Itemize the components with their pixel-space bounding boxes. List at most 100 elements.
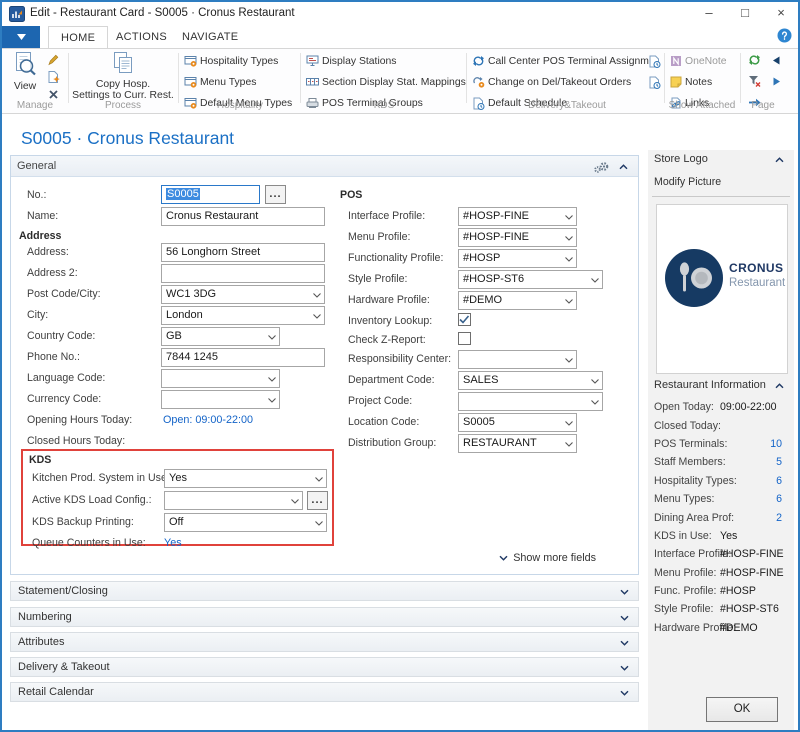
previous-record-button[interactable] bbox=[767, 52, 785, 68]
kitchen-prod-field[interactable]: Yes bbox=[164, 469, 327, 488]
onenote-button[interactable]: OneNote bbox=[670, 53, 727, 69]
restaurant-information-header[interactable]: Restaurant Information bbox=[648, 376, 794, 396]
help-button[interactable] bbox=[777, 28, 792, 43]
dropdown-chevron-icon[interactable] bbox=[565, 442, 573, 447]
project-code-field[interactable] bbox=[458, 392, 603, 411]
dropdown-chevron-icon[interactable] bbox=[565, 358, 573, 363]
functionality-profile-field[interactable]: #HOSP bbox=[458, 249, 577, 268]
fasttab-label: Statement/Closing bbox=[18, 585, 108, 597]
gears-icon[interactable] bbox=[593, 161, 610, 174]
dropdown-chevron-icon[interactable] bbox=[313, 314, 321, 319]
close-button[interactable]: × bbox=[764, 2, 798, 26]
dropdown-chevron-icon[interactable] bbox=[268, 398, 276, 403]
next-record-button[interactable] bbox=[767, 73, 785, 89]
delivery-schedule-button-2[interactable] bbox=[645, 74, 663, 90]
check-z-report-checkbox[interactable] bbox=[458, 332, 471, 345]
section-display-icon bbox=[306, 76, 319, 88]
notes-button[interactable]: Notes bbox=[670, 74, 712, 90]
hospitality-types-button[interactable]: Hospitality Types bbox=[184, 53, 278, 69]
distribution-group-field[interactable]: RESTAURANT bbox=[458, 434, 577, 453]
call-center-pos-assignment-button[interactable]: Call Center POS Terminal Assignm. bbox=[472, 53, 652, 69]
interface-profile-field[interactable]: #HOSP-FINE bbox=[458, 207, 577, 226]
fasttab-numbering[interactable]: Numbering bbox=[10, 607, 639, 627]
country-code-field[interactable]: GB bbox=[161, 327, 280, 346]
dropdown-chevron-icon[interactable] bbox=[565, 421, 573, 426]
active-kds-config-field[interactable] bbox=[164, 491, 303, 510]
fasttab-general-header[interactable]: General bbox=[11, 156, 638, 177]
menu-profile-field[interactable]: #HOSP-FINE bbox=[458, 228, 577, 247]
fasttab-statement-closing[interactable]: Statement/Closing bbox=[10, 581, 639, 601]
section-display-mappings-button[interactable]: Section Display Stat. Mappings bbox=[306, 74, 466, 90]
phone-field[interactable]: 7844 1245 bbox=[161, 348, 325, 367]
view-button[interactable]: View bbox=[6, 51, 44, 92]
postcode-field[interactable]: WC1 3DG bbox=[161, 285, 325, 304]
store-logo-picture[interactable]: CRONUS Restaurant bbox=[656, 204, 788, 374]
dropdown-chevron-icon[interactable] bbox=[591, 400, 599, 405]
active-kds-config-assist-button[interactable]: ... bbox=[307, 491, 328, 510]
location-code-field[interactable]: S0005 bbox=[458, 413, 577, 432]
no-assist-button[interactable]: ... bbox=[265, 185, 286, 204]
dropdown-chevron-icon[interactable] bbox=[565, 215, 573, 220]
inventory-lookup-checkbox[interactable] bbox=[458, 313, 471, 326]
tab-navigate[interactable]: NAVIGATE bbox=[170, 26, 250, 48]
currency-code-field[interactable] bbox=[161, 390, 280, 409]
no-field[interactable]: S0005 bbox=[161, 185, 260, 204]
info-value-drilldown[interactable]: 2 bbox=[720, 512, 782, 524]
dropdown-chevron-icon[interactable] bbox=[591, 379, 599, 384]
new-button[interactable] bbox=[44, 69, 62, 85]
responsibility-center-field[interactable] bbox=[458, 350, 577, 369]
collapse-chevron-up-icon[interactable] bbox=[775, 383, 784, 389]
fasttab-attributes[interactable]: Attributes bbox=[10, 632, 639, 652]
info-value-drilldown[interactable]: 10 bbox=[720, 438, 782, 450]
dropdown-chevron-icon[interactable] bbox=[565, 257, 573, 262]
dropdown-chevron-icon[interactable] bbox=[268, 377, 276, 382]
collapse-chevron-up-icon[interactable] bbox=[775, 157, 784, 163]
queue-counters-value[interactable]: Yes bbox=[164, 537, 182, 549]
department-code-field[interactable]: SALES bbox=[458, 371, 603, 390]
copy-hosp-settings-button[interactable]: Copy Hosp. Settings to Curr. Rest. bbox=[70, 51, 176, 101]
minimize-button[interactable]: – bbox=[692, 2, 726, 26]
ok-button[interactable]: OK bbox=[706, 697, 778, 722]
address-field[interactable]: 56 Longhorn Street bbox=[161, 243, 325, 262]
tab-home[interactable]: HOME bbox=[48, 26, 108, 48]
info-value-drilldown[interactable]: 6 bbox=[720, 475, 782, 487]
address-label: Address: bbox=[27, 246, 69, 258]
modify-picture-link[interactable]: Modify Picture bbox=[654, 176, 721, 188]
dropdown-chevron-icon[interactable] bbox=[565, 236, 573, 241]
maximize-button[interactable]: □ bbox=[728, 2, 762, 26]
show-more-fields-link[interactable]: Show more fields bbox=[499, 552, 596, 564]
display-stations-button[interactable]: Display Stations bbox=[306, 53, 397, 69]
store-logo-header[interactable]: Store Logo bbox=[648, 150, 794, 170]
kds-backup-field[interactable]: Off bbox=[164, 513, 327, 532]
dropdown-chevron-icon[interactable] bbox=[315, 477, 323, 482]
opening-hours-value[interactable]: Open: 09:00-22:00 bbox=[163, 414, 253, 426]
application-menu-button[interactable] bbox=[2, 26, 40, 48]
info-value: 09:00-22:00 bbox=[720, 401, 782, 413]
name-field[interactable]: Cronus Restaurant bbox=[161, 207, 325, 226]
edit-button[interactable] bbox=[44, 52, 62, 68]
dropdown-chevron-icon[interactable] bbox=[291, 499, 299, 504]
hardware-profile-field[interactable]: #DEMO bbox=[458, 291, 577, 310]
group-caption-process: Process bbox=[70, 100, 176, 111]
clear-filter-button[interactable] bbox=[745, 73, 763, 89]
fasttab-retail-calendar[interactable]: Retail Calendar bbox=[10, 682, 639, 702]
dropdown-chevron-icon[interactable] bbox=[591, 278, 599, 283]
dropdown-chevron-icon[interactable] bbox=[268, 335, 276, 340]
collapse-chevron-up-icon[interactable] bbox=[619, 164, 628, 170]
city-field[interactable]: London bbox=[161, 306, 325, 325]
dropdown-chevron-icon[interactable] bbox=[315, 521, 323, 526]
refresh-button[interactable] bbox=[745, 52, 763, 68]
info-value-drilldown[interactable]: 5 bbox=[720, 456, 782, 468]
delivery-schedule-button-1[interactable] bbox=[645, 53, 663, 69]
tab-actions[interactable]: ACTIONS bbox=[104, 26, 179, 48]
address2-field[interactable] bbox=[161, 264, 325, 283]
style-profile-field[interactable]: #HOSP-ST6 bbox=[458, 270, 603, 289]
language-code-field[interactable] bbox=[161, 369, 280, 388]
logo-name-text: CRONUS bbox=[729, 261, 783, 275]
change-del-takeout-orders-button[interactable]: Change on Del/Takeout Orders bbox=[472, 74, 631, 90]
info-value-drilldown[interactable]: 6 bbox=[720, 493, 782, 505]
menu-types-button[interactable]: Menu Types bbox=[184, 74, 256, 90]
dropdown-chevron-icon[interactable] bbox=[565, 299, 573, 304]
fasttab-delivery-takeout[interactable]: Delivery & Takeout bbox=[10, 657, 639, 677]
dropdown-chevron-icon[interactable] bbox=[313, 293, 321, 298]
